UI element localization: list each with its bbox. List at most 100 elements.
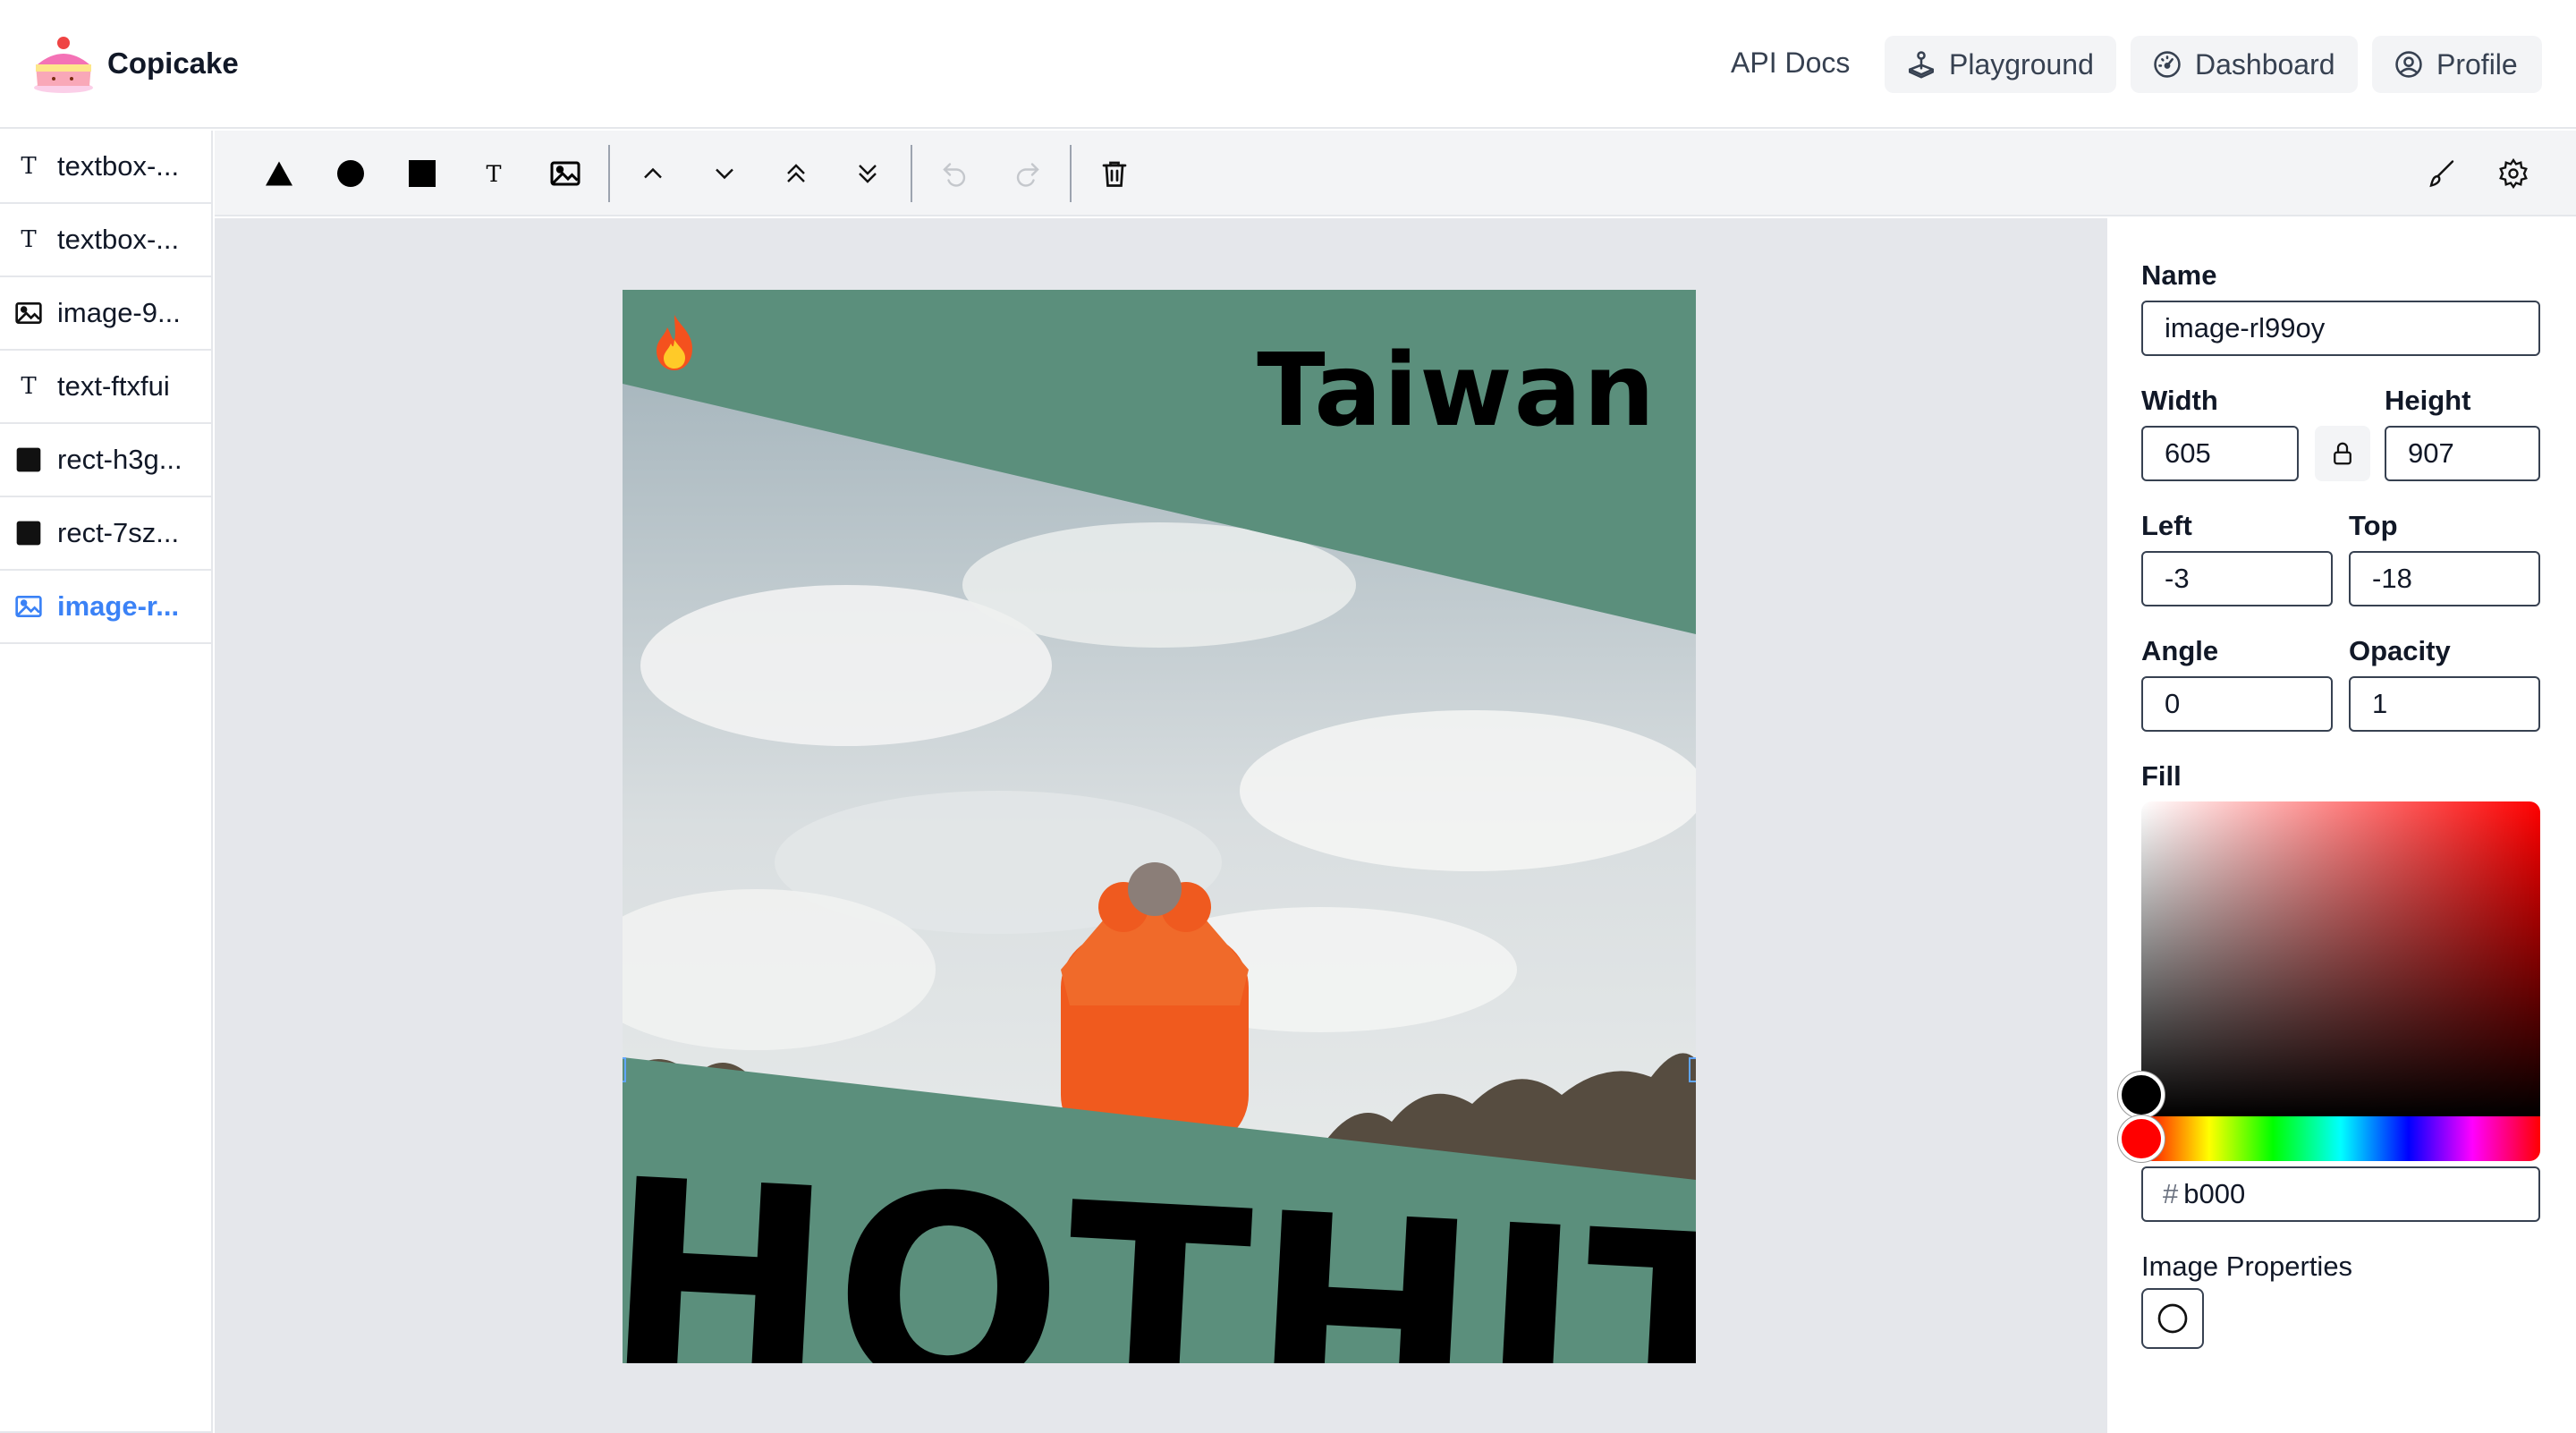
layer-label: textbox-... <box>57 150 180 182</box>
triangle-icon <box>266 161 292 186</box>
dashboard-button[interactable]: Dashboard <box>2131 36 2358 93</box>
circle-outline-icon <box>2157 1303 2188 1334</box>
angle-label: Angle <box>2141 635 2219 666</box>
layer-label: text-ftxfui <box>57 370 170 402</box>
image-icon <box>550 161 580 186</box>
color-saturation-picker[interactable] <box>2141 801 2540 1116</box>
layer-item[interactable]: T textbox-... <box>0 131 211 204</box>
artboard[interactable]: Taiwan HOTHITS <box>623 290 1696 1363</box>
top-header: Copicake API Docs Playground Dashboard P… <box>0 0 2576 129</box>
height-input[interactable]: 907 <box>2385 426 2540 481</box>
joystick-icon <box>1908 51 1935 79</box>
name-input[interactable]: image-rl99oy <box>2141 301 2540 356</box>
playground-button[interactable]: Playground <box>1885 36 2116 93</box>
image-properties-label: Image Properties <box>2141 1251 2353 1282</box>
svg-text:T: T <box>486 161 501 188</box>
hue-slider-thumb[interactable] <box>2118 1115 2165 1162</box>
layer-item-active[interactable]: image-r... <box>0 571 211 644</box>
gear-icon <box>2499 157 2528 190</box>
height-label: Height <box>2385 385 2471 416</box>
artboard-title-text[interactable]: Taiwan <box>1257 333 1657 449</box>
fire-emoji-icon[interactable] <box>649 313 699 372</box>
editor-toolbar: T <box>215 131 2576 216</box>
toolbar-divider <box>608 145 610 202</box>
name-label: Name <box>2141 259 2217 291</box>
chevrons-up-icon <box>787 164 805 182</box>
send-to-back-button[interactable] <box>846 152 889 195</box>
send-backward-button[interactable] <box>703 152 746 195</box>
hex-color-input[interactable]: # b000 <box>2141 1166 2540 1222</box>
width-label: Width <box>2141 385 2218 416</box>
top-input[interactable]: -18 <box>2349 551 2540 606</box>
delete-button[interactable] <box>1093 152 1136 195</box>
top-label: Top <box>2349 510 2398 541</box>
image-layer-icon <box>14 299 43 327</box>
layer-item[interactable]: rect-7sz... <box>0 497 211 571</box>
clip-circle-button[interactable] <box>2141 1288 2204 1349</box>
angle-input[interactable]: 0 <box>2141 676 2333 732</box>
text-layer-icon: T <box>21 373 37 400</box>
settings-button[interactable] <box>2492 152 2535 195</box>
layer-item[interactable]: rect-h3g... <box>0 424 211 497</box>
add-square-button[interactable] <box>401 152 444 195</box>
brand-name[interactable]: Copicake <box>107 47 239 81</box>
chevrons-down-icon <box>859 165 877 183</box>
rect-layer-icon <box>14 519 43 547</box>
width-input[interactable]: 605 <box>2141 426 2299 481</box>
layer-item[interactable]: T textbox-... <box>0 204 211 277</box>
opacity-input[interactable]: 1 <box>2349 676 2540 732</box>
square-icon <box>409 160 436 187</box>
profile-button[interactable]: Profile <box>2372 36 2542 93</box>
rect-layer-icon <box>14 445 43 474</box>
text-layer-icon: T <box>21 153 37 180</box>
canvas-workspace[interactable]: Taiwan HOTHITS <box>215 218 2106 1433</box>
brush-button[interactable] <box>2420 152 2463 195</box>
add-image-button[interactable] <box>544 152 587 195</box>
layer-item[interactable]: image-9... <box>0 277 211 351</box>
aspect-lock-button[interactable] <box>2315 426 2370 481</box>
add-circle-button[interactable] <box>329 152 372 195</box>
layer-label: image-r... <box>57 590 180 622</box>
api-docs-link[interactable]: API Docs <box>1731 47 1850 80</box>
trash-icon <box>1102 161 1127 187</box>
chevron-up-icon <box>644 167 662 179</box>
user-circle-icon <box>2395 51 2422 78</box>
properties-panel: Name image-rl99oy Width Height 605 907 L… <box>2106 218 2576 1433</box>
chevron-down-icon <box>716 168 733 180</box>
left-label: Left <box>2141 510 2192 541</box>
redo-icon <box>1016 163 1039 187</box>
toolbar-divider <box>1070 145 1072 202</box>
bring-to-front-button[interactable] <box>775 152 818 195</box>
text-icon: T <box>486 161 501 188</box>
hex-value: b000 <box>2183 1178 2246 1209</box>
dashboard-label: Dashboard <box>2195 47 2335 81</box>
opacity-label: Opacity <box>2349 635 2451 666</box>
layer-label: image-9... <box>57 297 181 328</box>
hue-slider[interactable] <box>2141 1116 2540 1161</box>
text-layer-icon: T <box>21 226 37 253</box>
selection-handle-left[interactable] <box>623 1057 626 1082</box>
artboard-banner-text[interactable]: HOTHITS <box>623 1122 1696 1363</box>
gauge-icon <box>2154 51 2181 78</box>
selection-handle-right[interactable] <box>1689 1057 1696 1082</box>
layer-label: rect-7sz... <box>57 517 180 548</box>
profile-label: Profile <box>2436 47 2518 81</box>
add-triangle-button[interactable] <box>258 152 301 195</box>
undo-icon <box>943 163 966 187</box>
left-input[interactable]: -3 <box>2141 551 2333 606</box>
undo-button[interactable] <box>934 152 977 195</box>
layer-label: textbox-... <box>57 224 180 255</box>
layer-item[interactable]: T text-ftxfui <box>0 351 211 424</box>
hex-prefix: # <box>2163 1178 2179 1209</box>
playground-label: Playground <box>1949 47 2094 81</box>
lock-icon <box>2334 442 2351 465</box>
layers-panel: T textbox-... T textbox-... image-9... T… <box>0 131 213 1433</box>
bring-forward-button[interactable] <box>631 152 674 195</box>
layer-label: rect-h3g... <box>57 444 182 475</box>
toolbar-divider <box>911 145 912 202</box>
cake-logo-icon[interactable] <box>32 34 95 95</box>
fill-label: Fill <box>2141 760 2182 792</box>
add-text-button[interactable]: T <box>472 152 515 195</box>
color-picker-thumb[interactable] <box>2118 1072 2165 1118</box>
redo-button[interactable] <box>1005 152 1048 195</box>
